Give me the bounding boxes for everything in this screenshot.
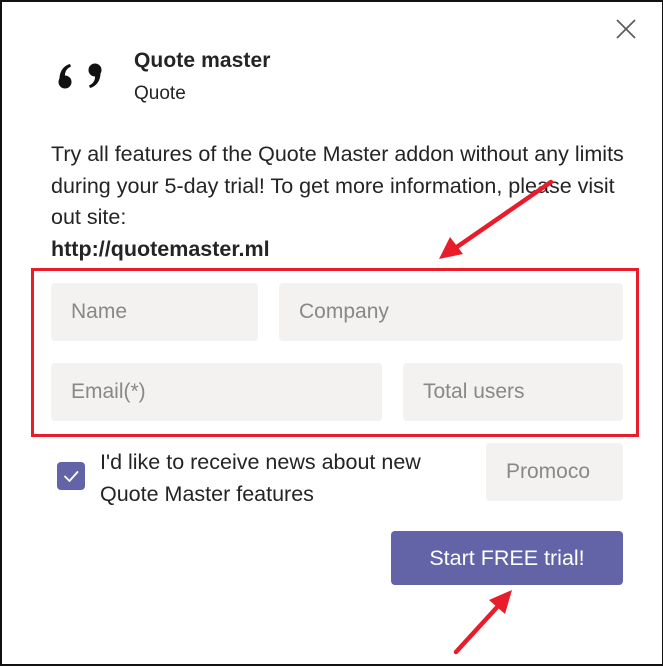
description-text: Try all features of the Quote Master add… (51, 142, 624, 229)
site-link[interactable]: http://quotemaster.ml (51, 234, 631, 266)
newsletter-checkbox[interactable] (57, 462, 85, 490)
total-users-input[interactable] (403, 363, 623, 421)
description: Try all features of the Quote Master add… (51, 139, 631, 265)
quote-marks-icon (57, 60, 107, 92)
email-input[interactable] (51, 363, 382, 421)
newsletter-label[interactable]: I'd like to receive news about new Quote… (100, 446, 480, 510)
close-button[interactable] (614, 17, 638, 41)
name-input[interactable] (51, 283, 258, 341)
app-subtitle: Quote (134, 83, 186, 104)
arrow-to-start-trial-button (453, 590, 512, 655)
start-trial-button[interactable]: Start FREE trial! (391, 531, 623, 585)
company-input[interactable] (279, 283, 623, 341)
promocode-input[interactable] (486, 443, 623, 501)
app-title: Quote master (134, 49, 271, 72)
close-icon (616, 19, 636, 39)
checkmark-icon (64, 471, 79, 482)
dialog: Quote master Quote Try all features of t… (0, 0, 663, 666)
